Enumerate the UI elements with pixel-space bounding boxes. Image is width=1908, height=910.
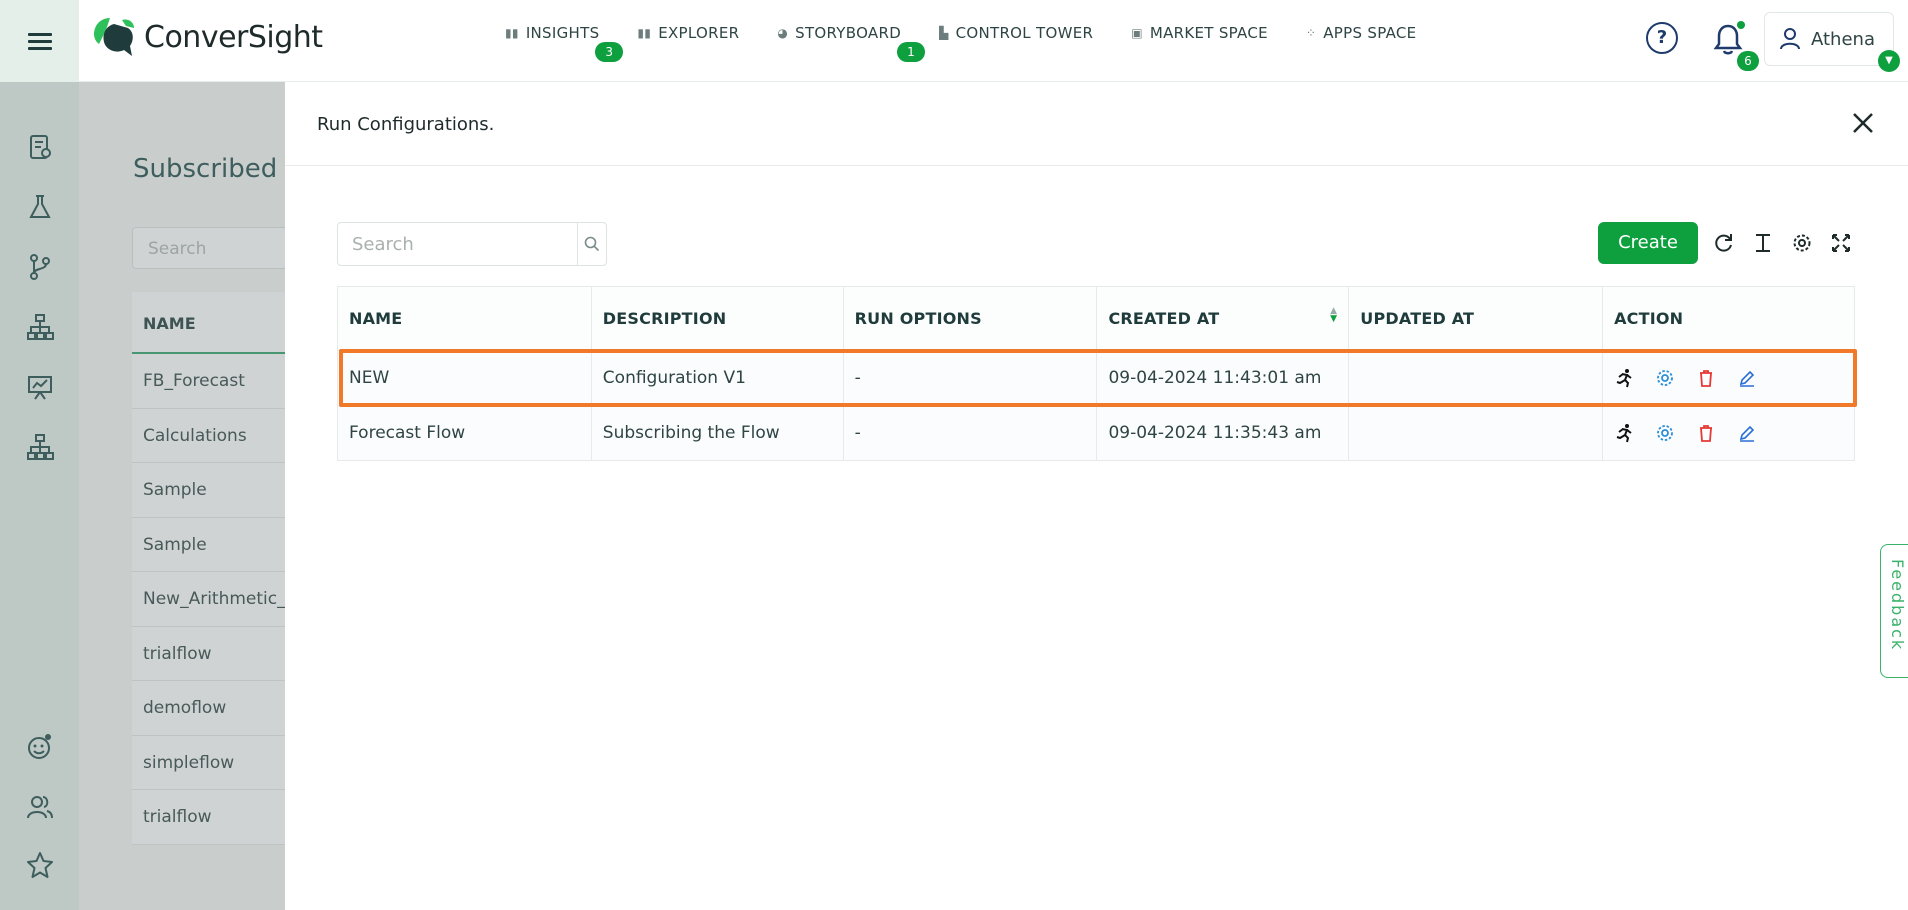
cell-description: Subscribing the Flow [590,405,844,461]
edit-icon[interactable] [1737,368,1757,388]
settings-icon[interactable] [1655,423,1675,443]
run-configurations-drawer: Run Configurations. Create NAME DESCRIPT… [285,82,1908,910]
column-header-name[interactable]: NAME [337,286,592,351]
search-icon [584,236,600,252]
cell-actions [1602,350,1855,406]
nav-storyboard[interactable]: ◕ STORYBOARD 1 [777,24,926,62]
search-field [337,222,607,266]
top-bar: ConverSight ▮▮ INSIGHTS 3 ▮▮ EXPLORER ◕ … [0,0,1908,82]
notification-count-badge: 6 [1737,51,1759,71]
insights-count-badge: 3 [595,42,624,62]
cell-description: Configuration V1 [590,350,844,406]
table-row[interactable]: NEW Configuration V1 - 09-04-2024 11:43:… [337,350,1855,406]
help-button[interactable]: ? [1646,22,1678,54]
nav-explorer[interactable]: ▮▮ EXPLORER [637,24,739,42]
cell-created-at: 09-04-2024 11:35:43 am [1096,405,1350,461]
search-button[interactable] [577,223,606,265]
column-header-updated-at[interactable]: UPDATED AT [1348,286,1604,351]
feedback-tab[interactable]: Feedback [1880,544,1908,678]
cell-actions [1602,405,1855,461]
menu-toggle-button[interactable] [0,0,79,82]
brand-logo[interactable]: ConverSight [92,16,323,58]
chevron-down-icon[interactable]: ▼ [1878,50,1900,72]
cell-name: Forecast Flow [337,405,592,461]
feedback-label: Feedback [1888,559,1907,652]
main-nav: ▮▮ INSIGHTS 3 ▮▮ EXPLORER ◕ STORYBOARD 1… [505,24,1454,62]
user-name: Athena [1811,28,1875,50]
cell-created-at: 09-04-2024 11:43:01 am [1096,350,1350,406]
nav-market-space-label: MARKET SPACE [1149,24,1268,42]
cell-run-options: - [842,405,1098,461]
drawer-title: Run Configurations. [317,114,495,135]
brand-name: ConverSight [144,19,323,55]
palette-icon: ◕ [777,26,789,40]
nav-storyboard-label: STORYBOARD [795,24,902,42]
run-configurations-table: NAME DESCRIPTION RUN OPTIONS CREATED AT … [337,286,1855,461]
settings-icon[interactable] [1789,230,1815,256]
user-icon [1780,28,1800,50]
nav-apps-space[interactable]: ⁘ APPS SPACE [1306,24,1417,42]
column-header-description[interactable]: DESCRIPTION [590,286,844,351]
storyboard-count-badge: 1 [897,42,926,62]
edit-icon[interactable] [1737,423,1757,443]
column-header-action: ACTION [1602,286,1855,351]
bar-chart-icon: ▮▮ [505,26,519,40]
nav-control-tower-label: CONTROL TOWER [955,24,1094,42]
column-header-run-options[interactable]: RUN OPTIONS [842,286,1098,351]
apps-grid-icon: ⁘ [1305,26,1317,40]
store-icon: ▣ [1131,26,1143,40]
factory-icon: ▙ [939,26,949,40]
created-at-label: CREATED AT [1108,309,1220,328]
table-header-row: NAME DESCRIPTION RUN OPTIONS CREATED AT … [337,286,1855,351]
refresh-icon[interactable] [1711,230,1737,256]
settings-icon[interactable] [1655,368,1675,388]
cell-run-options: - [842,350,1098,406]
column-header-created-at[interactable]: CREATED AT ▲ ▼ [1096,286,1350,351]
nav-apps-space-label: APPS SPACE [1323,24,1417,42]
conversight-logo-icon [94,18,134,56]
nav-explorer-label: EXPLORER [658,24,740,42]
fullscreen-icon[interactable] [1828,230,1854,256]
nav-insights[interactable]: ▮▮ INSIGHTS 3 [505,24,624,62]
divider [285,165,1908,166]
delete-icon[interactable] [1696,368,1716,388]
cell-updated-at [1348,350,1604,406]
search-input[interactable] [338,223,577,265]
run-icon[interactable] [1614,423,1634,443]
hamburger-icon [27,29,52,54]
cell-name: NEW [337,350,592,406]
create-button[interactable]: Create [1598,222,1698,264]
nav-market-space[interactable]: ▣ MARKET SPACE [1131,24,1268,42]
modal-backdrop[interactable] [0,82,285,910]
cell-updated-at [1348,405,1604,461]
notification-dot [1737,21,1745,29]
nav-insights-label: INSIGHTS [525,24,600,42]
run-icon[interactable] [1614,368,1634,388]
sort-icon[interactable]: ▲ ▼ [1330,307,1337,324]
nav-control-tower[interactable]: ▙ CONTROL TOWER [939,24,1093,42]
help-icon: ? [1656,27,1668,48]
text-height-icon[interactable] [1750,230,1776,256]
table-row[interactable]: Forecast Flow Subscribing the Flow - 09-… [337,405,1855,461]
close-icon[interactable] [1848,108,1878,138]
bar-chart-icon: ▮▮ [637,26,652,40]
delete-icon[interactable] [1696,423,1716,443]
user-menu[interactable]: Athena [1764,12,1894,66]
